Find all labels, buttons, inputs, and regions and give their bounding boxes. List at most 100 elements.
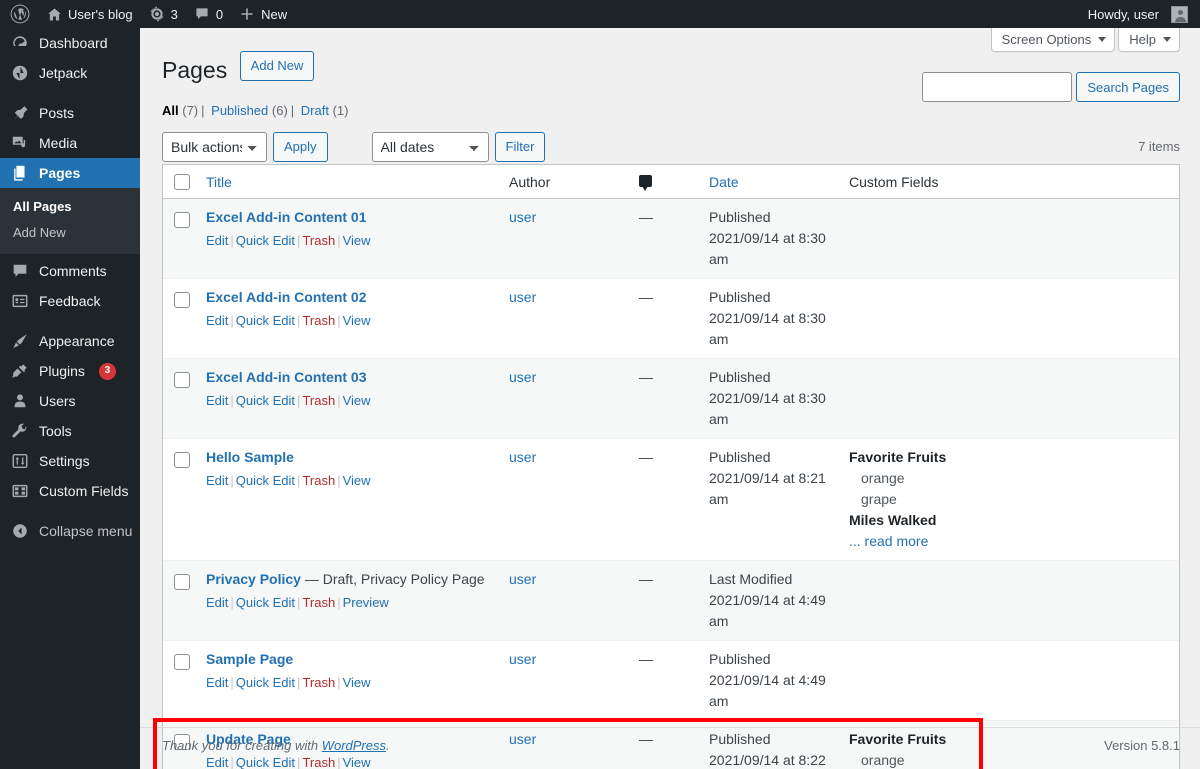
row-action-view[interactable]: View	[343, 675, 371, 690]
sidebar-item-comments[interactable]: Comments	[0, 256, 140, 286]
sidebar-item-pages[interactable]: Pages	[0, 158, 148, 188]
table-row[interactable]: Excel Add-in Content 03 Edit | Quick Edit | T…	[163, 359, 1179, 440]
row-checkbox[interactable]	[174, 292, 190, 309]
comments-menu[interactable]: 0	[186, 0, 231, 28]
row-action-edit[interactable]: Edit	[206, 675, 228, 690]
table-row[interactable]: Hello Sample Edit | Quick Edit | Trash | View us…	[163, 439, 1179, 562]
search-submit-button[interactable]: Search Pages	[1076, 72, 1180, 102]
sidebar-item-settings[interactable]: Settings	[0, 446, 140, 476]
sidebar-item-appearance[interactable]: Appearance	[0, 326, 140, 356]
row-action-trash[interactable]: Trash	[302, 313, 335, 328]
row-action-edit[interactable]: Edit	[206, 473, 228, 488]
row-action-trash[interactable]: Trash	[302, 473, 335, 488]
column-header-date[interactable]: Date	[699, 165, 839, 200]
row-action-view[interactable]: View	[343, 233, 371, 248]
sidebar-item-feedback[interactable]: Feedback	[0, 286, 140, 316]
custom-field-read-more-link[interactable]: ... read more	[849, 531, 1169, 552]
row-action-view[interactable]: View	[343, 393, 371, 408]
row-action-edit[interactable]: Edit	[206, 595, 228, 610]
site-name-menu[interactable]: User's blog	[39, 0, 141, 28]
my-account-menu[interactable]: Howdy, user	[1080, 0, 1200, 28]
row-title-link[interactable]: Excel Add-in Content 03	[206, 369, 367, 385]
filter-published[interactable]: Published (6)	[211, 103, 288, 118]
row-author-link[interactable]: user	[509, 369, 536, 385]
row-checkbox[interactable]	[174, 452, 190, 469]
table-row[interactable]: Excel Add-in Content 02 Edit | Quick Edit | T…	[163, 279, 1179, 360]
date-filter-select[interactable]: All dates	[371, 131, 489, 162]
row-action-quick-edit[interactable]: Quick Edit	[236, 393, 295, 408]
sidebar-item-media[interactable]: Media	[0, 128, 140, 158]
add-new-button[interactable]: Add New	[239, 50, 315, 81]
row-select-cell[interactable]	[163, 561, 196, 642]
row-title-link[interactable]: Privacy Policy	[206, 571, 301, 587]
row-action-trash[interactable]: Trash	[302, 233, 335, 248]
sidebar-item-posts[interactable]: Posts	[0, 98, 140, 128]
row-checkbox[interactable]	[174, 372, 190, 389]
custom-field-name: Favorite Fruits	[849, 449, 947, 466]
submenu-item-add-new[interactable]: Add New	[0, 220, 140, 246]
row-select-cell[interactable]	[163, 439, 196, 562]
column-header-title[interactable]: Title	[196, 165, 499, 200]
select-all-checkbox-top[interactable]	[174, 174, 190, 191]
row-action-trash[interactable]: Trash	[302, 595, 335, 610]
filter-button[interactable]: Filter	[494, 131, 546, 162]
row-action-edit[interactable]: Edit	[206, 313, 228, 328]
row-author-link[interactable]: user	[509, 571, 536, 587]
row-action-trash[interactable]: Trash	[302, 393, 335, 408]
wordpress-logo-button[interactable]	[0, 0, 39, 28]
column-header-title-link[interactable]: Title	[206, 174, 232, 190]
row-checkbox[interactable]	[174, 654, 190, 671]
row-actions: Edit | Quick Edit | Trash | View	[206, 471, 489, 491]
filter-all-link[interactable]: All	[162, 103, 179, 118]
row-action-quick-edit[interactable]: Quick Edit	[236, 675, 295, 690]
search-input[interactable]	[922, 72, 1073, 102]
row-action-view[interactable]: View	[343, 473, 371, 488]
row-title-link[interactable]: Excel Add-in Content 02	[206, 289, 367, 305]
row-checkbox[interactable]	[174, 574, 190, 591]
row-action-view[interactable]: View	[343, 313, 371, 328]
row-action-quick-edit[interactable]: Quick Edit	[236, 313, 295, 328]
bulk-actions-select-top[interactable]: Bulk actions	[162, 131, 267, 162]
row-title-link[interactable]: Excel Add-in Content 01	[206, 209, 367, 225]
column-header-comments[interactable]	[629, 165, 699, 200]
column-header-date-link[interactable]: Date	[709, 174, 739, 190]
row-title-link[interactable]: Sample Page	[206, 651, 293, 667]
table-row[interactable]: Privacy Policy — Draft, Privacy Policy P…	[163, 561, 1179, 642]
filter-all[interactable]: All (7)	[162, 103, 198, 118]
submenu-item-all-pages[interactable]: All Pages	[0, 194, 140, 220]
table-row[interactable]: Excel Add-in Content 01 Edit | Quick Edit | T…	[163, 199, 1179, 280]
row-checkbox[interactable]	[174, 212, 190, 229]
row-select-cell[interactable]	[163, 641, 196, 722]
wordpress-link[interactable]: WordPress	[322, 738, 386, 753]
updates-menu[interactable]: 3	[141, 0, 186, 28]
sidebar-item-users[interactable]: Users	[0, 386, 140, 416]
select-all-header[interactable]	[163, 165, 196, 200]
row-author-link[interactable]: user	[509, 651, 536, 667]
row-action-trash[interactable]: Trash	[302, 675, 335, 690]
sidebar-item-custom-fields[interactable]: Custom Fields	[0, 476, 140, 506]
row-author-link[interactable]: user	[509, 209, 536, 225]
table-row[interactable]: Sample Page Edit | Quick Edit | Trash | View use…	[163, 641, 1179, 722]
row-author-link[interactable]: user	[509, 449, 536, 465]
sidebar-item-tools[interactable]: Tools	[0, 416, 140, 446]
sidebar-item-collapse-menu[interactable]: Collapse menu	[0, 516, 140, 546]
row-select-cell[interactable]	[163, 359, 196, 440]
row-select-cell[interactable]	[163, 199, 196, 280]
row-select-cell[interactable]	[163, 279, 196, 360]
filter-published-link[interactable]: Published	[211, 103, 268, 118]
row-author-link[interactable]: user	[509, 289, 536, 305]
row-action-quick-edit[interactable]: Quick Edit	[236, 473, 295, 488]
new-content-menu[interactable]: New	[231, 0, 295, 28]
sidebar-item-plugins[interactable]: Plugins 3	[0, 356, 140, 386]
apply-button-top[interactable]: Apply	[273, 131, 328, 162]
row-title-link[interactable]: Hello Sample	[206, 449, 294, 465]
sidebar-item-dashboard[interactable]: Dashboard	[0, 28, 140, 58]
filter-draft-link[interactable]: Draft	[301, 103, 329, 118]
row-action-quick-edit[interactable]: Quick Edit	[236, 233, 295, 248]
row-action-preview[interactable]: Preview	[343, 595, 389, 610]
sidebar-item-jetpack[interactable]: Jetpack	[0, 58, 140, 88]
filter-draft[interactable]: Draft (1)	[301, 103, 349, 118]
row-action-edit[interactable]: Edit	[206, 233, 228, 248]
row-action-quick-edit[interactable]: Quick Edit	[236, 595, 295, 610]
row-action-edit[interactable]: Edit	[206, 393, 228, 408]
